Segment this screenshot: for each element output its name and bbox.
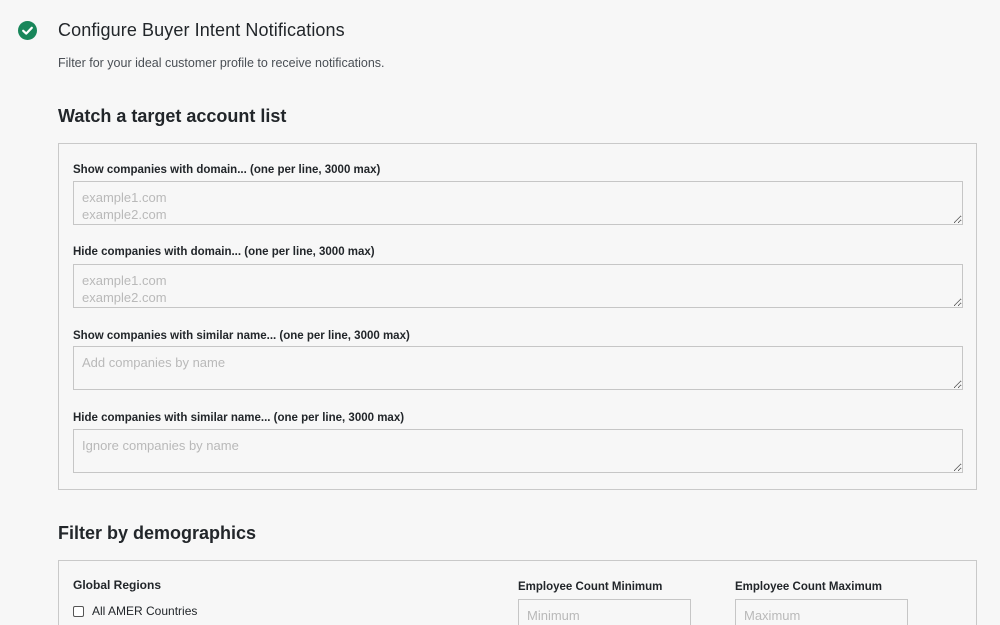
notification-settings-page: Configure Buyer Intent Notifications Fil… bbox=[0, 0, 1000, 625]
target-account-section-title: Watch a target account list bbox=[58, 106, 287, 126]
demographics-section-title: Filter by demographics bbox=[58, 523, 257, 543]
hide-domain-textarea[interactable] bbox=[73, 264, 963, 308]
region-checkbox-amer[interactable]: All AMER Countries bbox=[73, 604, 197, 618]
show-domain-textarea[interactable] bbox=[73, 181, 963, 225]
show-similar-name-textarea[interactable] bbox=[73, 346, 963, 390]
hide-domain-label: Hide companies with domain... (one per l… bbox=[73, 246, 375, 258]
global-regions-label: Global Regions bbox=[73, 578, 162, 592]
employee-min-label: Employee Count Minimum bbox=[518, 581, 663, 593]
employee-max-label: Employee Count Maximum bbox=[735, 581, 882, 593]
page-title: Configure Buyer Intent Notifications bbox=[58, 20, 345, 40]
page-subtitle: Filter for your ideal customer profile t… bbox=[58, 56, 385, 70]
demographics-panel: Global Regions All AMER Countries Employ… bbox=[58, 560, 977, 625]
employee-min-input[interactable] bbox=[518, 599, 691, 625]
employee-max-input[interactable] bbox=[735, 599, 908, 625]
region-checkbox-label: All AMER Countries bbox=[92, 604, 198, 618]
show-similar-name-label: Show companies with similar name... (one… bbox=[73, 330, 410, 342]
hide-similar-name-label: Hide companies with similar name... (one… bbox=[73, 412, 405, 424]
checkbox-icon[interactable] bbox=[73, 605, 84, 617]
hide-similar-name-textarea[interactable] bbox=[73, 429, 963, 473]
show-domain-label: Show companies with domain... (one per l… bbox=[73, 164, 381, 176]
target-account-panel: Show companies with domain... (one per l… bbox=[58, 143, 977, 490]
check-circle-icon bbox=[18, 21, 37, 40]
